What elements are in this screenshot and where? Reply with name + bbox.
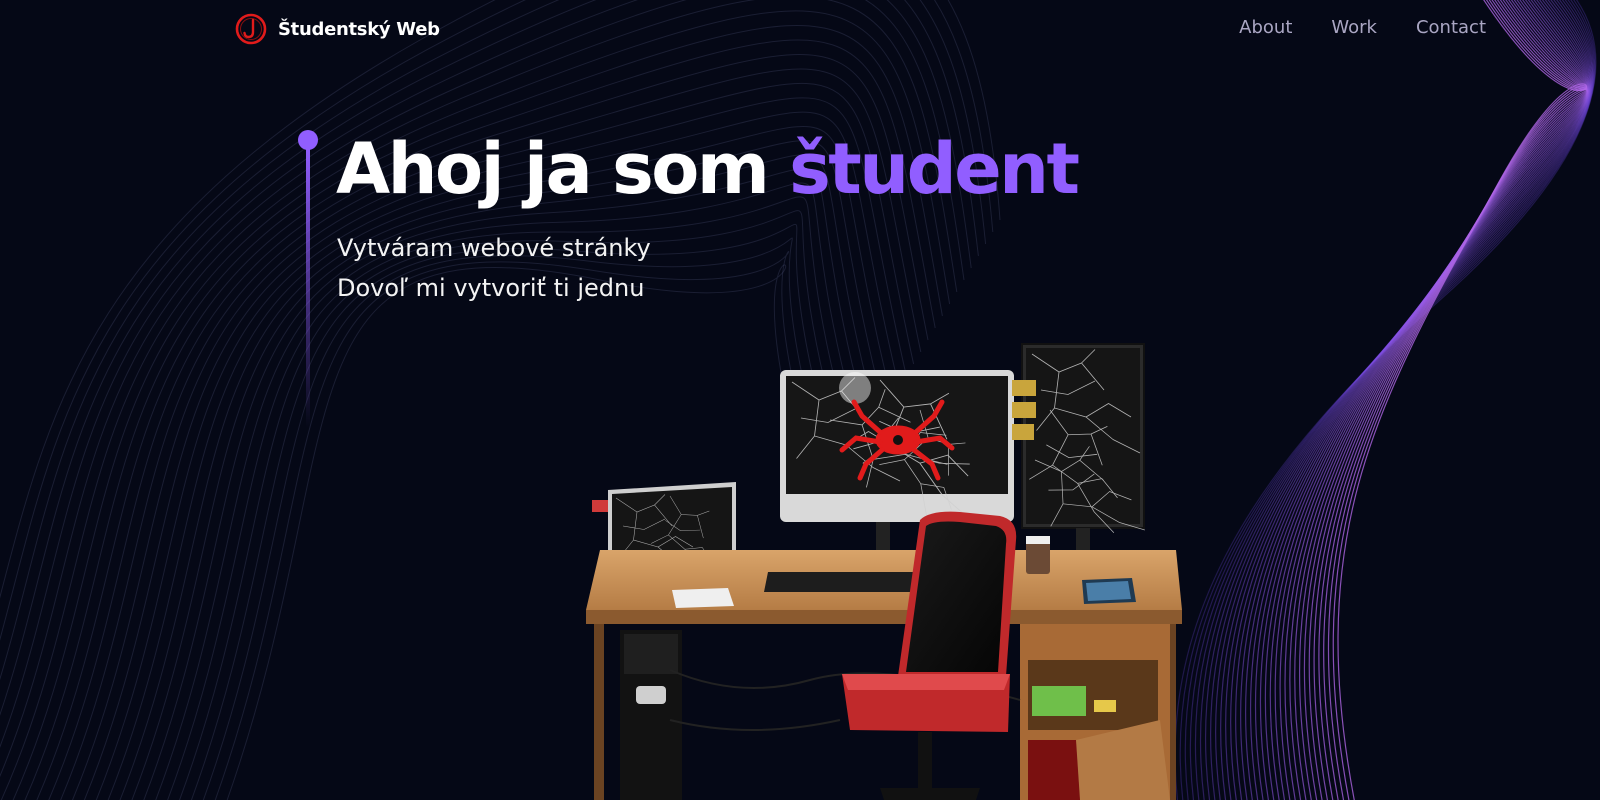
hero-title-highlight: študent [789,128,1080,210]
desk-3d-canvas[interactable] [580,340,1220,800]
circle-j-logo-icon [235,13,267,45]
hero-subtitle-line-2: Dovoľ mi vytvoriť ti jednu [337,274,645,302]
nav-link-work[interactable]: Work [1331,17,1377,38]
hero-title: Ahoj ja som študent [336,124,1080,214]
hero-accent-line [298,130,318,430]
top-navbar: Študentský Web About Work Contact [0,0,1600,60]
nav-links: About Work Contact [1239,17,1486,38]
nav-link-about[interactable]: About [1239,17,1292,38]
right-monitor [1017,343,1148,562]
nav-link-contact[interactable]: Contact [1416,17,1486,38]
brand-home-link[interactable]: Študentský Web [234,12,440,46]
brand-name: Študentský Web [278,18,440,40]
hero-accent-bar [306,146,310,428]
hero-subtitle-line-1: Vytváram webové stránky [337,234,651,262]
hero-title-prefix: Ahoj ja som [336,128,790,210]
hero-subtitle: Vytváram webové stránky Dovoľ mi vytvori… [337,228,651,308]
